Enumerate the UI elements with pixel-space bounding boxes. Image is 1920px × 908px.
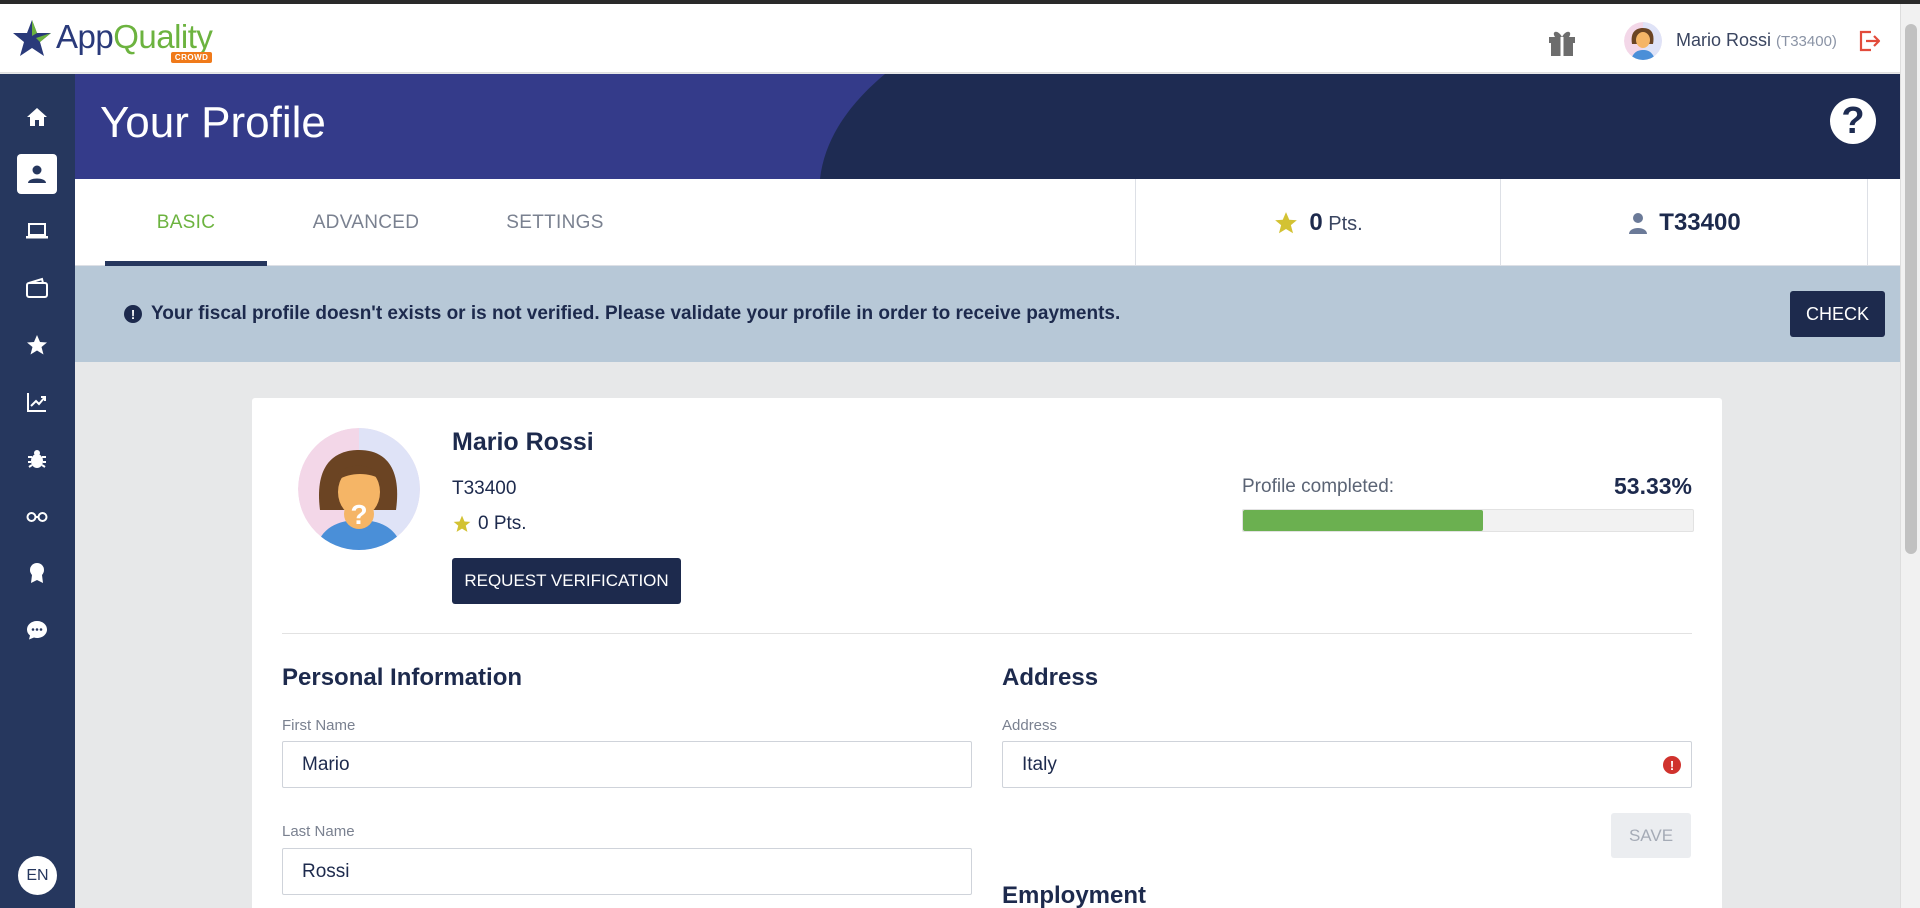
star-icon [27, 335, 47, 355]
language-selector[interactable]: EN [18, 856, 57, 895]
sidebar-item-bugs[interactable] [17, 439, 57, 479]
wallet-icon [26, 277, 48, 298]
last-name-field[interactable]: Rossi [282, 848, 972, 895]
profile-points-text: 0 Pts. [478, 513, 527, 534]
first-name-label: First Name [282, 717, 356, 734]
fiscal-warning-banner: ! Your fiscal profile doesn't exists or … [75, 266, 1900, 362]
home-icon [27, 108, 47, 126]
points-value: 0 [1309, 208, 1323, 236]
points-unit: Pts. [1328, 212, 1363, 235]
exclamation-icon: ! [124, 305, 142, 323]
bug-icon [28, 450, 46, 468]
page-header: Your Profile ? [75, 74, 1900, 179]
unknown-question-icon: ? [350, 499, 367, 530]
page-title: Your Profile [100, 98, 326, 147]
user-name-text: Mario Rossi [1676, 30, 1772, 50]
badge-icon [30, 563, 44, 583]
tab-bar: BASIC ADVANCED SETTINGS 0 Pts. T33400 [75, 179, 1900, 266]
sidebar-item-chat[interactable] [17, 610, 57, 650]
sidebar-item-wallet[interactable] [17, 268, 57, 308]
error-icon: ! [1663, 756, 1681, 774]
app-logo[interactable]: AppQuality CROWD [12, 18, 213, 63]
points-star-icon [1275, 211, 1298, 233]
address-value: Italy [1022, 753, 1057, 775]
gift-icon[interactable] [1546, 26, 1578, 58]
profile-tester-id: T33400 [452, 478, 517, 499]
user-name[interactable]: Mario Rossi (T33400) [1676, 30, 1837, 51]
user-avatar[interactable] [1624, 22, 1662, 60]
personal-info-title: Personal Information [282, 664, 523, 691]
laptop-icon [26, 223, 48, 239]
logo-wordmark: AppQuality CROWD [56, 18, 213, 63]
profile-card: ? Mario Rossi T33400 0 Pts. REQUEST VERI… [252, 398, 1722, 908]
logo-app-text: App [56, 18, 114, 55]
check-button[interactable]: CHECK [1790, 291, 1885, 337]
profile-completed-value: 53.33% [1613, 473, 1692, 499]
banner-message: Your fiscal profile doesn't exists or is… [151, 303, 1121, 324]
tab-settings[interactable]: SETTINGS [465, 179, 645, 266]
employment-title: Employment [1002, 882, 1147, 908]
scrollbar-thumb[interactable] [1905, 24, 1917, 554]
sidebar-item-stats[interactable] [17, 382, 57, 422]
header-wave-decoration [820, 74, 1900, 179]
help-button[interactable]: ? [1830, 98, 1876, 144]
logo-quality-text: Quality [113, 18, 213, 55]
tester-id-value: T33400 [1659, 208, 1741, 236]
last-name-label: Last Name [282, 823, 355, 840]
glasses-icon [26, 512, 48, 522]
page-scrollbar[interactable] [1900, 4, 1920, 908]
user-icon [1629, 212, 1648, 234]
chat-icon [27, 621, 47, 640]
request-verification-button[interactable]: REQUEST VERIFICATION [452, 558, 681, 604]
save-button[interactable]: SAVE [1611, 813, 1691, 858]
sidebar-item-profile[interactable] [17, 154, 57, 194]
profile-progress-bar [1242, 509, 1694, 532]
profile-completed-label: Profile completed: [1242, 476, 1395, 497]
profile-avatar[interactable]: ? [298, 428, 420, 550]
profile-name: Mario Rossi [452, 428, 594, 456]
logo-crowd-badge: CROWD [170, 52, 213, 63]
profile-points: 0 Pts. [452, 513, 527, 535]
sidebar-item-projects[interactable] [17, 211, 57, 251]
section-divider [282, 633, 1692, 634]
first-name-field[interactable]: Mario [282, 741, 972, 788]
profile-icon [28, 165, 46, 183]
logout-icon[interactable] [1856, 28, 1882, 54]
tab-basic[interactable]: BASIC [105, 179, 267, 266]
sidebar: EN [0, 74, 75, 908]
sidebar-item-rewards[interactable] [17, 325, 57, 365]
profile-progress-fill [1243, 510, 1483, 531]
sidebar-item-home[interactable] [17, 97, 57, 137]
user-id-text: (T33400) [1776, 33, 1837, 50]
address-field[interactable]: Italy ! [1002, 741, 1692, 788]
top-bar: AppQuality CROWD Mario Rossi (T33400) [0, 4, 1900, 73]
points-stat: 0 Pts. [1135, 179, 1500, 266]
sidebar-item-reviews[interactable] [17, 496, 57, 536]
sidebar-item-badges[interactable] [17, 553, 57, 593]
chart-icon [27, 393, 46, 412]
tab-advanced[interactable]: ADVANCED [285, 179, 447, 266]
logo-star-icon [13, 20, 51, 56]
address-title: Address [1002, 664, 1099, 691]
points-star-icon [453, 515, 471, 532]
tester-id-stat: T33400 [1500, 179, 1868, 266]
address-label: Address [1002, 717, 1058, 734]
